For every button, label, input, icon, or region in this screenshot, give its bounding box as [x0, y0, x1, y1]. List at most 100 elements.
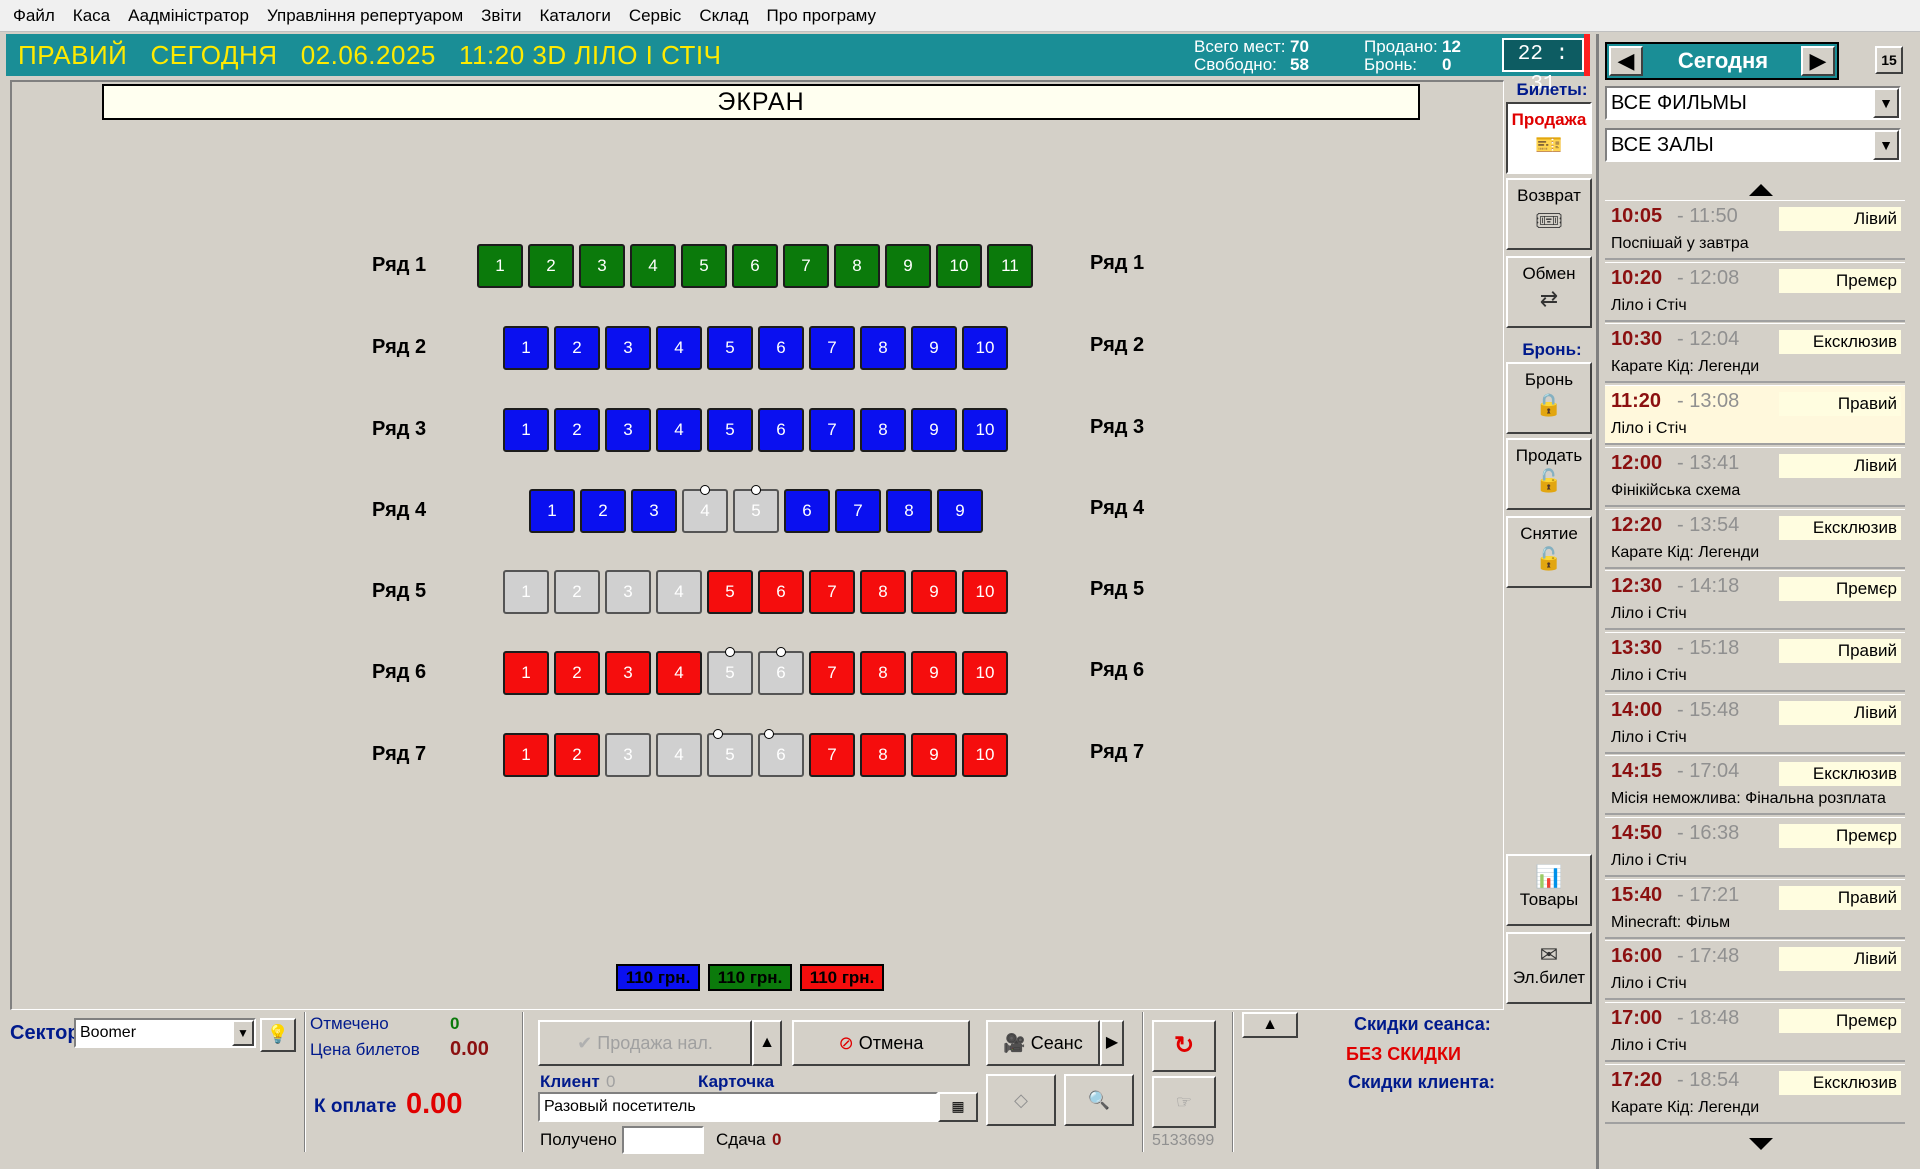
seat[interactable]: 8 — [860, 651, 906, 695]
session-item[interactable]: 13:30 - 15:18 Правий Ліло і Стіч — [1605, 631, 1905, 692]
scroll-down-icon[interactable] — [1749, 1138, 1773, 1150]
seat[interactable]: 8 — [860, 326, 906, 370]
seat[interactable]: 9 — [911, 733, 957, 777]
seat[interactable]: 9 — [911, 326, 957, 370]
seat[interactable]: 8 — [860, 733, 906, 777]
menu-item[interactable]: Аадміністратор — [119, 0, 258, 32]
seat[interactable]: 5 — [733, 485, 779, 533]
sector-select[interactable]: Boomer ▼ — [74, 1018, 256, 1048]
seat[interactable]: 3 — [605, 326, 651, 370]
seat[interactable]: 5 — [707, 408, 753, 452]
received-input[interactable] — [622, 1126, 704, 1154]
seat[interactable]: 4 — [656, 326, 702, 370]
menu-item[interactable]: Каталоги — [531, 0, 620, 32]
seat[interactable]: 2 — [554, 651, 600, 695]
seat[interactable]: 8 — [834, 244, 880, 288]
seat[interactable]: 5 — [707, 570, 753, 614]
seat[interactable]: 6 — [758, 647, 804, 695]
seat[interactable]: 2 — [554, 733, 600, 777]
seat[interactable]: 2 — [554, 570, 600, 614]
seat[interactable]: 1 — [503, 733, 549, 777]
prev-day-button[interactable]: ◀ — [1609, 46, 1643, 76]
seat[interactable]: 4 — [656, 570, 702, 614]
seat[interactable]: 2 — [580, 489, 626, 533]
session-item[interactable]: 11:20 - 13:08 Правий Ліло і Стіч — [1605, 385, 1905, 446]
remove-booking-button[interactable]: Снятие 🔓 — [1506, 516, 1592, 588]
chevron-down-icon[interactable]: ▼ — [1873, 88, 1899, 118]
seat[interactable]: 3 — [605, 570, 651, 614]
session-item[interactable]: 10:30 - 12:04 Ексклюзив Карате Кід: Легенди — [1605, 323, 1905, 384]
calendar-icon[interactable]: 15 — [1875, 46, 1903, 74]
sell-booked-button[interactable]: Продать 🔓 — [1506, 438, 1592, 510]
seat[interactable]: 6 — [732, 244, 778, 288]
seat[interactable]: 4 — [682, 485, 728, 533]
seat[interactable]: 9 — [937, 489, 983, 533]
seat[interactable]: 8 — [886, 489, 932, 533]
discount-up-button[interactable]: ▲ — [1242, 1012, 1298, 1038]
scroll-up-icon[interactable] — [1749, 184, 1773, 196]
print-button[interactable]: ☞ — [1152, 1076, 1216, 1128]
refresh-button[interactable]: ↻ — [1152, 1020, 1216, 1072]
seat[interactable]: 4 — [630, 244, 676, 288]
session-item[interactable]: 14:15 - 17:04 Ексклюзив Місія неможлива: Фі… — [1605, 755, 1905, 816]
sell-ticket-button[interactable]: Продажа 🎫 — [1506, 102, 1592, 174]
chevron-down-icon[interactable]: ▼ — [232, 1020, 254, 1046]
eticket-button[interactable]: ✉ Эл.билет — [1506, 932, 1592, 1004]
seat[interactable]: 10 — [962, 570, 1008, 614]
session-item[interactable]: 12:20 - 13:54 Ексклюзив Карате Кід: Легенди — [1605, 508, 1905, 569]
seat[interactable]: 4 — [656, 733, 702, 777]
lightbulb-button[interactable]: 💡 — [260, 1018, 296, 1052]
seat[interactable]: 7 — [809, 408, 855, 452]
seat[interactable]: 7 — [835, 489, 881, 533]
session-item[interactable]: 12:30 - 14:18 Премєр Ліло і Стіч — [1605, 570, 1905, 631]
seat[interactable]: 9 — [911, 408, 957, 452]
seat[interactable]: 7 — [809, 326, 855, 370]
seat[interactable]: 10 — [962, 326, 1008, 370]
session-item[interactable]: 17:20 - 18:54 Ексклюзив Карате Кід: Легенди — [1605, 1063, 1905, 1124]
session-button[interactable]: 🎥 Сеанс — [986, 1020, 1100, 1066]
session-item[interactable]: 10:20 - 12:08 Премєр Ліло і Стіч — [1605, 261, 1905, 322]
seat[interactable]: 5 — [707, 326, 753, 370]
seat[interactable]: 5 — [707, 729, 753, 777]
session-item[interactable]: 14:00 - 15:48 Лівий Ліло і Стіч — [1605, 693, 1905, 754]
menu-item[interactable]: Управління репертуаром — [258, 0, 472, 32]
seat[interactable]: 10 — [962, 408, 1008, 452]
sell-cash-button[interactable]: ✔ Продажа нал. — [538, 1020, 752, 1066]
card-reader-button[interactable]: ▦ — [938, 1092, 978, 1122]
seat[interactable]: 5 — [681, 244, 727, 288]
seat[interactable]: 7 — [809, 651, 855, 695]
menu-item[interactable]: Звіти — [472, 0, 530, 32]
seat[interactable]: 1 — [503, 408, 549, 452]
seat[interactable]: 6 — [758, 326, 804, 370]
search-button[interactable]: 🔍 — [1064, 1074, 1134, 1126]
seat[interactable]: 3 — [579, 244, 625, 288]
sell-menu-up-button[interactable]: ▲ — [752, 1020, 782, 1066]
seat[interactable]: 6 — [758, 570, 804, 614]
seat[interactable]: 2 — [554, 408, 600, 452]
menu-item[interactable]: Каса — [64, 0, 119, 32]
session-item[interactable]: 14:50 - 16:38 Премєр Ліло і Стіч — [1605, 817, 1905, 877]
seat[interactable]: 10 — [962, 733, 1008, 777]
menu-item[interactable]: Сервіс — [620, 0, 691, 32]
seat[interactable]: 3 — [631, 489, 677, 533]
session-item[interactable]: 10:05 - 11:50 Лівий Поспішай у завтра — [1605, 200, 1905, 260]
book-button[interactable]: Бронь 🔒 — [1506, 362, 1592, 434]
seat[interactable]: 10 — [936, 244, 982, 288]
session-item[interactable]: 16:00 - 17:48 Лівий Ліло і Стіч — [1605, 940, 1905, 1001]
session-item[interactable]: 12:00 - 13:41 Лівий Фінікійська схема — [1605, 446, 1905, 507]
session-item[interactable]: 15:40 - 17:21 Правий Minecraft: Фільм — [1605, 878, 1905, 939]
seat[interactable]: 2 — [554, 326, 600, 370]
session-next-button[interactable]: ▶ — [1100, 1020, 1124, 1066]
exchange-ticket-button[interactable]: Обмен ⇄ — [1506, 256, 1592, 328]
seat[interactable]: 1 — [477, 244, 523, 288]
seat[interactable]: 7 — [809, 733, 855, 777]
seat[interactable]: 9 — [885, 244, 931, 288]
seat[interactable]: 3 — [605, 408, 651, 452]
film-filter-select[interactable]: ВСЕ ФИЛЬМЫ ▼ — [1605, 86, 1901, 120]
seat[interactable]: 4 — [656, 651, 702, 695]
seat[interactable]: 8 — [860, 408, 906, 452]
eraser-button[interactable]: ◇ — [986, 1074, 1056, 1126]
client-field[interactable]: Разовый посетитель — [538, 1092, 938, 1122]
seat[interactable]: 4 — [656, 408, 702, 452]
session-item[interactable]: 17:00 - 18:48 Премєр Ліло і Стіч — [1605, 1002, 1905, 1063]
